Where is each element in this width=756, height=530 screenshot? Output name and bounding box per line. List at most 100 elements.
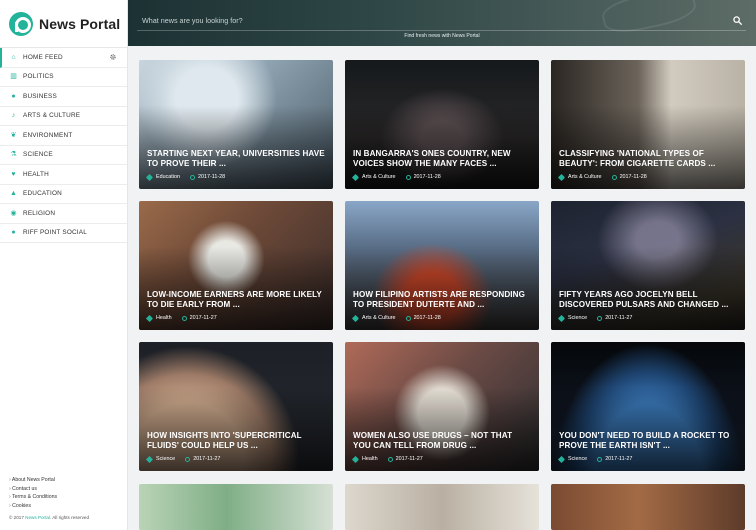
article-card[interactable]: IN BANGARRA'S ONES COUNTRY, NEW VOICES S… [345,60,539,189]
article-card[interactable]: STARTING NEXT YEAR, UNIVERSITIES HAVE TO… [139,60,333,189]
article-title[interactable]: CLASSIFYING 'NATIONAL TYPES OF BEAUTY': … [559,149,737,168]
tag-icon [351,314,360,322]
gear-icon[interactable] [109,53,117,61]
card-image [551,60,745,189]
sidebar: News Portal ⌂ HOME FEED ▥ POLITICS ● BUSINESS… [0,0,128,530]
sidebar-item-label: RIFF POINT SOCIAL [23,229,88,237]
sidebar-item-politics[interactable]: ▥ POLITICS [0,68,127,87]
article-title[interactable]: STARTING NEXT YEAR, UNIVERSITIES HAVE TO… [147,149,325,168]
article-category[interactable]: Health [362,456,378,462]
card-image [139,201,333,330]
sidebar-item-home-feed[interactable]: ⌂ HOME FEED [0,48,127,68]
clock-icon [597,315,603,321]
sidebar-item-environment[interactable]: ❦ ENVIRONMENT [0,126,127,146]
sidebar-item-religion[interactable]: ◉ RELIGION [0,204,127,224]
sidebar-item-science[interactable]: ⚗ SCIENCE [0,146,127,165]
tag-icon [145,314,154,322]
article-card[interactable]: WOMEN ALSO USE DRUGS – NOT THAT YOU CAN … [345,342,539,471]
article-category[interactable]: Arts & Culture [362,315,396,321]
search-input[interactable] [137,10,746,31]
article-meta: Health 2017-11-27 [145,314,217,322]
sidebar-item-label: EDUCATION [23,190,62,198]
brand-name: News Portal [39,15,121,32]
sidebar-item-label: BUSINESS [23,92,57,100]
article-card[interactable]: HOW INSIGHTS INTO 'SUPERCRITICAL FLUIDS'… [139,342,333,471]
sidebar-item-education[interactable]: ▲ EDUCATION [0,185,127,204]
sidebar-item-arts-culture[interactable]: ♪ ARTS & CULTURE [0,107,127,126]
sidebar-item-riff-point-social[interactable]: ● RIFF POINT SOCIAL [0,224,127,243]
article-card[interactable]: LOW-INCOME EARNERS ARE MORE LIKELY TO DI… [139,201,333,330]
article-meta: Science 2017-11-27 [557,314,633,322]
search-tagline: Find fresh news with News Portal [404,33,480,39]
sidebar-item-label: POLITICS [23,73,54,81]
card-image [345,342,539,471]
article-date: 2017-11-28 [413,315,441,321]
article-date: 2017-11-27 [605,456,633,462]
search-header: Find fresh news with News Portal [128,0,756,46]
footer-link-contact[interactable]: Contact us [9,485,89,494]
clock-icon [189,174,195,180]
article-meta: Science 2017-11-27 [145,455,220,463]
brand-logo[interactable]: News Portal [0,0,127,47]
article-card[interactable] [139,484,333,530]
clock-icon [387,456,393,462]
article-title[interactable]: FIFTY YEARS AGO JOCELYN BELL DISCOVERED … [559,290,737,309]
clock-icon [597,456,603,462]
clock-icon [405,174,411,180]
article-card[interactable]: FIFTY YEARS AGO JOCELYN BELL DISCOVERED … [551,201,745,330]
globe-icon: ● [11,92,16,100]
article-date: 2017-11-27 [395,456,423,462]
article-category[interactable]: Science [156,456,175,462]
tag-icon [351,173,360,181]
article-date: 2017-11-27 [189,315,217,321]
article-date: 2017-11-28 [197,174,226,180]
card-image [139,60,333,189]
article-title[interactable]: LOW-INCOME EARNERS ARE MORE LIKELY TO DI… [147,290,325,309]
article-meta: Arts & Culture 2017-11-28 [557,173,647,181]
copyright-brand-link[interactable]: News Portal [25,515,50,520]
users-icon: ● [11,229,16,237]
leaf-icon: ❦ [10,131,17,139]
clock-icon [611,174,617,180]
footer-link-terms[interactable]: Terms & Conditions [9,493,89,502]
article-title[interactable]: HOW INSIGHTS INTO 'SUPERCRITICAL FLUIDS'… [147,431,325,450]
article-meta: Education 2017-11-28 [145,173,226,181]
sidebar-item-business[interactable]: ● BUSINESS [0,87,127,107]
tag-icon [557,455,566,463]
sidebar-footer: About News Portal Contact us Terms & Con… [9,476,89,520]
article-meta: Science 2017-11-27 [557,455,633,463]
sidebar-item-label: RELIGION [23,209,56,217]
article-card[interactable]: YOU DON'T NEED TO BUILD A ROCKET TO PROV… [551,342,745,471]
sidebar-item-label: SCIENCE [23,151,53,159]
institution-icon: ▥ [10,73,17,81]
article-category[interactable]: Science [568,315,587,321]
article-category[interactable]: Arts & Culture [362,174,396,180]
article-date: 2017-11-27 [605,315,633,321]
card-image [551,342,745,471]
tag-icon [351,455,360,463]
article-category[interactable]: Education [156,174,180,180]
card-image [551,201,745,330]
article-category[interactable]: Science [568,456,587,462]
article-meta: Arts & Culture 2017-11-28 [351,314,441,322]
article-date: 2017-11-28 [413,174,441,180]
footer-link-cookies[interactable]: Cookies [9,502,89,511]
clock-icon [181,315,187,321]
article-meta: Arts & Culture 2017-11-28 [351,173,441,181]
footer-link-about[interactable]: About News Portal [9,476,89,485]
clock-icon [405,315,411,321]
search-icon[interactable] [733,16,742,25]
article-card[interactable] [345,484,539,530]
article-title[interactable]: HOW FILIPINO ARTISTS ARE RESPONDING TO P… [353,290,531,309]
article-category[interactable]: Health [156,315,172,321]
article-title[interactable]: IN BANGARRA'S ONES COUNTRY, NEW VOICES S… [353,149,531,168]
article-date: 2017-11-28 [619,174,647,180]
article-card[interactable]: CLASSIFYING 'NATIONAL TYPES OF BEAUTY': … [551,60,745,189]
card-image [139,342,333,471]
article-category[interactable]: Arts & Culture [568,174,602,180]
article-title[interactable]: YOU DON'T NEED TO BUILD A ROCKET TO PROV… [559,431,737,450]
article-card[interactable] [551,484,745,530]
sidebar-item-health[interactable]: ♥ HEALTH [0,165,127,185]
article-card[interactable]: HOW FILIPINO ARTISTS ARE RESPONDING TO P… [345,201,539,330]
article-title[interactable]: WOMEN ALSO USE DRUGS – NOT THAT YOU CAN … [353,431,531,450]
